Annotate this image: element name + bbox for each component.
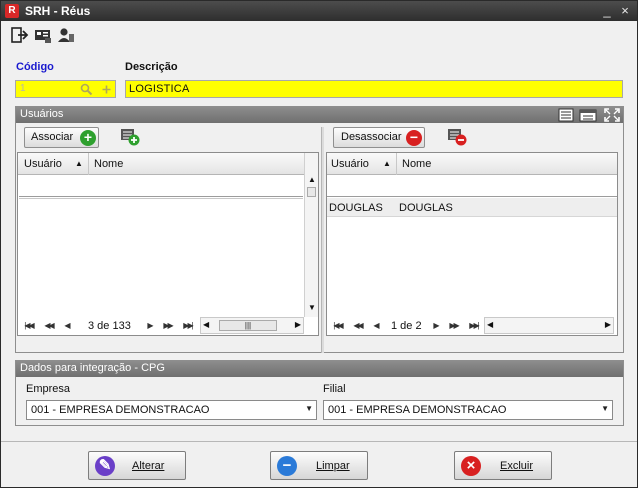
edit-pen-icon: ✎	[95, 456, 115, 476]
toolbar	[1, 21, 637, 49]
integracao-panel: Dados para integração - CPG Empresa Fili…	[15, 360, 624, 426]
list-view-icon[interactable]	[558, 108, 574, 122]
associar-all-icon[interactable]	[120, 128, 140, 146]
sort-asc-icon: ▲	[75, 159, 83, 168]
next-block-icon[interactable]: ▶▶	[161, 320, 174, 332]
left-pager: |◀◀ ◀◀ ◀ 3 de 133 ▶ ▶▶ ▶▶| ◀ ||| ▶	[20, 317, 318, 336]
right-page-indicator: 1 de 2	[391, 320, 422, 332]
delete-x-icon: ×	[461, 456, 481, 476]
scroll-right-icon[interactable]: ▶	[605, 320, 611, 329]
scroll-right-icon[interactable]: ▶	[295, 320, 301, 329]
close-button[interactable]: ×	[617, 2, 633, 19]
action-bar: ✎ Alterar − Limpar × Excluir	[1, 441, 637, 487]
col-header-nome[interactable]: Nome	[94, 158, 123, 170]
empresa-value: 001 - EMPRESA DEMONSTRACAO	[31, 404, 210, 416]
id-card-icon[interactable]	[34, 27, 52, 43]
filial-label: Filial	[323, 383, 346, 395]
sort-asc-icon: ▲	[383, 159, 391, 168]
right-grid: Usuário ▲ Nome DOUGLAS DOUGLAS |◀◀ ◀◀ ◀ …	[326, 152, 618, 336]
chevron-down-icon: ▼	[601, 404, 609, 413]
last-page-icon[interactable]: ▶▶|	[181, 320, 194, 332]
integracao-panel-header: Dados para integração - CPG	[16, 361, 623, 377]
column-divider	[88, 153, 89, 175]
desassociar-button[interactable]: Desassociar −	[333, 127, 425, 148]
right-pager: |◀◀ ◀◀ ◀ 1 de 2 ▶ ▶▶ ▶▶| ◀ ▶	[329, 317, 617, 336]
left-grid: Usuário ▲ Nome ▲ ▼ |◀◀ ◀◀ ◀ 3 de 133 ▶ ▶…	[17, 152, 319, 336]
column-divider	[396, 153, 397, 175]
usuarios-panel: Usuários Associar + Usuário ▲ Nome ▲ ▼ |…	[15, 106, 624, 353]
first-page-icon[interactable]: |◀◀	[331, 320, 344, 332]
excluir-label: Excluir	[500, 460, 534, 472]
add-icon[interactable]	[101, 84, 112, 95]
clear-icon: −	[277, 456, 297, 476]
right-grid-hscrollbar[interactable]: ◀ ▶	[484, 317, 614, 334]
maximize-icon[interactable]	[604, 108, 620, 122]
usuarios-panel-header: Usuários	[16, 107, 623, 123]
main-window: R SRH - Réus _ × Código Descrição 1 LOGI…	[0, 0, 638, 488]
title-bar: R SRH - Réus _ ×	[1, 1, 637, 21]
prev-block-icon[interactable]: ◀◀	[351, 320, 364, 332]
col-header-usuario[interactable]: Usuário	[331, 158, 369, 170]
chevron-down-icon: ▼	[305, 404, 313, 413]
left-grid-vscrollbar[interactable]: ▲ ▼	[304, 153, 318, 317]
panel-splitter[interactable]	[321, 127, 324, 353]
integracao-panel-title: Dados para integração - CPG	[20, 362, 165, 374]
left-page-indicator: 3 de 133	[88, 320, 131, 332]
search-icon[interactable]	[80, 83, 93, 96]
alterar-label: Alterar	[132, 460, 165, 472]
app-logo-icon: R	[5, 4, 19, 18]
scroll-up-icon[interactable]: ▲	[308, 175, 316, 184]
right-grid-header: Usuário ▲ Nome	[327, 153, 617, 175]
last-page-icon[interactable]: ▶▶|	[467, 320, 480, 332]
associar-label: Associar	[31, 131, 74, 143]
codigo-label: Código	[16, 61, 54, 73]
col-header-nome[interactable]: Nome	[402, 158, 431, 170]
next-page-icon[interactable]: ▶	[143, 320, 156, 332]
limpar-button[interactable]: − Limpar	[270, 451, 368, 480]
desassociar-label: Desassociar	[341, 131, 402, 143]
filial-value: 001 - EMPRESA DEMONSTRACAO	[328, 404, 507, 416]
prev-page-icon[interactable]: ◀	[369, 320, 382, 332]
associar-button[interactable]: Associar +	[24, 127, 99, 148]
scroll-left-icon[interactable]: ◀	[203, 320, 209, 329]
left-grid-hscrollbar[interactable]: ◀ ||| ▶	[200, 317, 304, 334]
scroll-down-icon[interactable]: ▼	[308, 303, 316, 312]
table-row[interactable]: DOUGLAS DOUGLAS	[327, 198, 617, 217]
col-header-usuario[interactable]: Usuário	[24, 158, 62, 170]
descricao-field[interactable]: LOGISTICA	[125, 80, 623, 98]
usuarios-panel-title: Usuários	[20, 108, 64, 120]
filial-select[interactable]: 001 - EMPRESA DEMONSTRACAO ▼	[323, 400, 613, 420]
prev-page-icon[interactable]: ◀	[60, 320, 73, 332]
next-block-icon[interactable]: ▶▶	[447, 320, 460, 332]
descricao-value: LOGISTICA	[129, 83, 190, 95]
next-page-icon[interactable]: ▶	[429, 320, 442, 332]
hscroll-thumb[interactable]: |||	[219, 320, 277, 331]
minus-circle-icon: −	[406, 130, 422, 146]
empresa-label: Empresa	[26, 383, 71, 395]
left-grid-header: Usuário ▲ Nome	[18, 153, 305, 175]
codigo-value: 1	[20, 83, 26, 94]
empresa-select[interactable]: 001 - EMPRESA DEMONSTRACAO ▼	[26, 400, 317, 420]
alterar-button[interactable]: ✎ Alterar	[88, 451, 186, 480]
prev-block-icon[interactable]: ◀◀	[42, 320, 55, 332]
left-grid-row-divider	[19, 196, 303, 199]
excluir-button[interactable]: × Excluir	[454, 451, 552, 480]
user-badge-icon[interactable]	[57, 27, 75, 43]
row-nome-cell: DOUGLAS	[399, 202, 453, 214]
window-title: SRH - Réus	[25, 4, 91, 18]
codigo-field[interactable]: 1	[15, 80, 116, 98]
minimize-button[interactable]: _	[599, 2, 615, 19]
calendar-view-icon[interactable]	[579, 108, 597, 122]
row-usuario-cell: DOUGLAS	[329, 202, 383, 214]
first-page-icon[interactable]: |◀◀	[22, 320, 35, 332]
exit-icon[interactable]	[11, 27, 29, 43]
plus-circle-icon: +	[80, 130, 96, 146]
desassociar-all-icon[interactable]	[447, 128, 467, 146]
scroll-left-icon[interactable]: ◀	[487, 320, 493, 329]
scroll-thumb[interactable]	[307, 187, 316, 197]
descricao-label: Descrição	[125, 61, 178, 73]
limpar-label: Limpar	[316, 460, 350, 472]
